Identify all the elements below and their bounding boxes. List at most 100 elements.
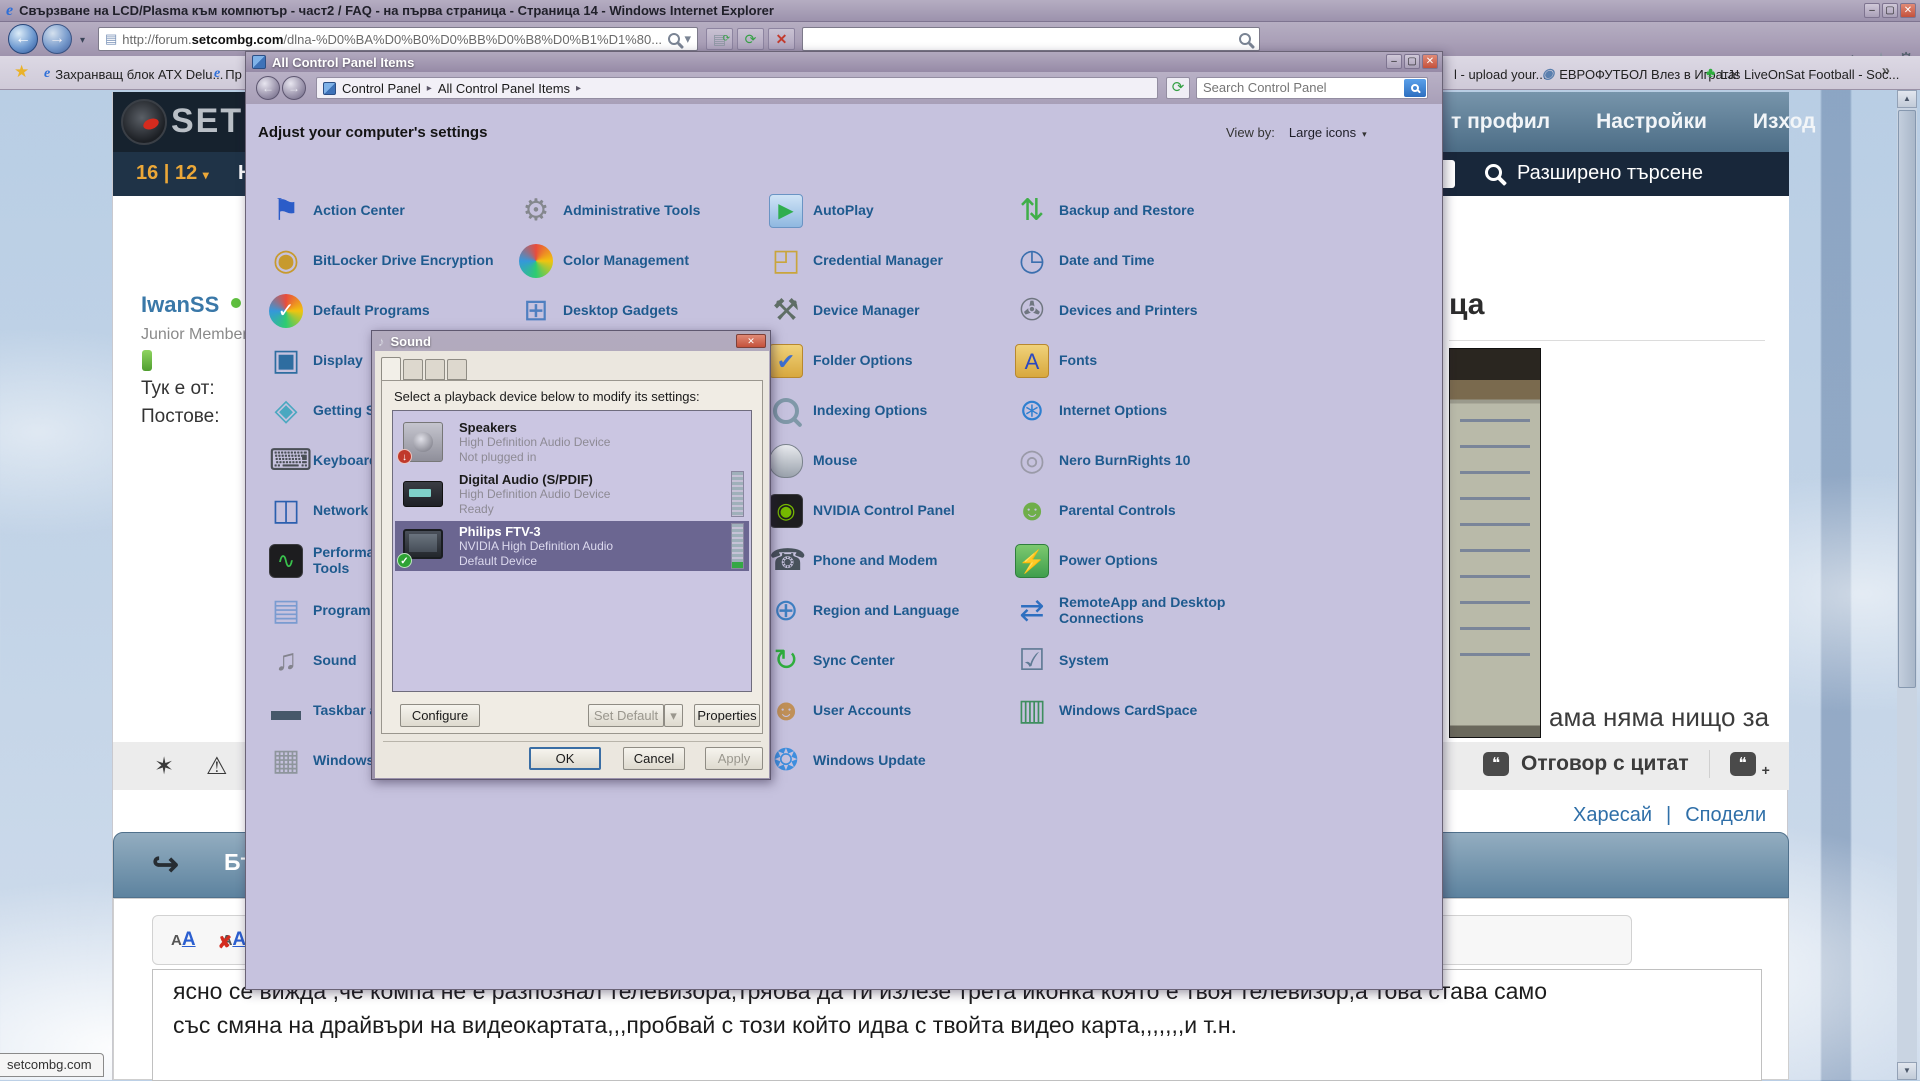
control-panel-item[interactable]: ◉ BitLocker Drive Encryption [269,244,519,288]
browser-scrollbar[interactable]: ▲ ▼ [1897,90,1917,1080]
cancel-button[interactable]: Cancel [623,747,685,770]
scrollbar-thumb[interactable] [1898,110,1916,688]
report-star-icon[interactable]: ✶ [154,752,174,781]
back-button[interactable]: ← [8,24,38,54]
control-panel-item[interactable]: ↻ Sync Center [769,644,1019,688]
favorites-bar-item[interactable]: l - upload your... [1449,64,1547,84]
control-panel-item[interactable]: ⇅ Backup and Restore [1015,194,1265,238]
address-field[interactable]: ▤ http://forum.setcombg.com/dlna-%D0%BA%… [98,27,698,51]
favorites-bar-item[interactable]: ♣ LJs LiveOnSat Football - Soc... [1706,64,1899,84]
cp-breadcrumb[interactable]: Control Panel ▸ All Control Panel Items … [316,77,1158,99]
compatibility-view-button[interactable]: ▤⟳ [706,28,733,50]
set-default-button[interactable]: Set Default [588,704,664,727]
favorites-bar-item[interactable]: e Пр [214,64,242,84]
sound-dialog-close-button[interactable]: ✕ [736,334,766,348]
control-panel-item[interactable]: ▥ Windows CardSpace [1015,694,1265,738]
control-panel-item[interactable]: ◉ NVIDIA Control Panel [769,494,1019,538]
control-panel-item[interactable]: ⊕ Region and Language [769,594,1019,638]
configure-button[interactable]: Configure [400,704,480,727]
phone-modem-icon: ☎ [769,544,803,578]
font-size-icon[interactable]: AA [167,929,200,951]
control-panel-item[interactable]: ⚙ Administrative Tools [519,194,769,238]
sound-dialog-tab[interactable] [447,359,467,380]
stop-button[interactable]: ✕ [768,28,795,50]
control-panel-item[interactable]: Color Management [519,244,769,288]
control-panel-item[interactable]: Indexing Options [769,394,1019,438]
sync-center-icon: ↻ [769,644,803,678]
control-panel-item[interactable]: ☎ Phone and Modem [769,544,1019,588]
control-panel-item[interactable]: ⚒ Device Manager [769,294,1019,338]
add-favorite-star-icon[interactable]: ★ [14,62,29,82]
attached-photo-thumbnail[interactable] [1449,348,1541,738]
sound-dialog-tab[interactable] [403,359,423,380]
nav-logout-link[interactable]: Изход [1753,110,1816,134]
cardspace-icon: ▥ [1015,694,1049,728]
cp-refresh-button[interactable]: ⟳ [1166,77,1190,99]
control-panel-item[interactable]: Mouse [769,444,1019,488]
playback-device-row[interactable]: ↓ Speakers High Definition Audio Device … [395,417,749,467]
like-link[interactable]: Харесай [1573,804,1652,826]
sound-dialog-tab[interactable] [425,359,445,380]
device-manager-icon: ⚒ [769,294,803,328]
playback-device-row[interactable]: Digital Audio (S/PDIF) High Definition A… [395,469,749,519]
cp-search-button[interactable] [1404,79,1426,97]
address-dropdown-icon[interactable]: ▾ [684,31,691,47]
device-status-badge: ✓ [397,553,412,568]
cp-minimize-button[interactable]: ‒ [1386,54,1402,69]
control-panel-item[interactable]: ⊛ Internet Options [1015,394,1265,438]
control-panel-item[interactable]: ✔ Folder Options [769,344,1019,388]
control-panel-item[interactable]: ☻ Parental Controls [1015,494,1265,538]
address-search-icon[interactable] [668,33,680,45]
cp-back-button[interactable]: ← [256,76,280,100]
share-link[interactable]: Сподели [1685,804,1766,826]
favorites-bar-item[interactable]: e Захранващ блок ATX Delu... [44,64,223,84]
cp-forward-button[interactable]: → [282,76,306,100]
control-panel-item[interactable]: ⚡ Power Options [1015,544,1265,588]
cp-close-button[interactable]: ✕ [1422,54,1438,69]
scroll-down-arrow[interactable]: ▼ [1897,1062,1917,1080]
maximize-button[interactable]: ▢ [1882,3,1898,18]
sound-dialog-tab[interactable] [381,357,401,381]
nav-settings-link[interactable]: Настройки [1596,110,1707,134]
breadcrumb-root[interactable]: Control Panel [342,81,421,96]
set-default-dropdown-arrow[interactable]: ▾ [664,704,683,727]
control-panel-item[interactable]: ☑ System [1015,644,1265,688]
control-panel-item[interactable]: ❂ Windows Update [769,744,1019,788]
cp-search-input[interactable]: Search Control Panel [1196,77,1428,99]
breadcrumb-current[interactable]: All Control Panel Items [438,81,570,96]
refresh-button[interactable]: ⟳ [737,28,764,50]
view-by-control[interactable]: View by:Large icons▾ [1226,125,1367,140]
playback-device-row[interactable]: ✓ Philips FTV-3 NVIDIA High Definition A… [395,521,749,571]
reply-with-quote-button[interactable]: Отговор с цитат [1521,752,1689,776]
minimize-button[interactable]: ‒ [1864,3,1880,18]
scroll-up-arrow[interactable]: ▲ [1897,90,1917,108]
control-panel-item[interactable]: ◎ Nero BurnRights 10 [1015,444,1265,488]
history-dropdown-icon[interactable]: ▾ [80,35,85,46]
search-icon[interactable] [1239,33,1251,45]
control-panel-item[interactable]: ✇ Devices and Printers [1015,294,1265,338]
advanced-search-link[interactable]: Разширено търсене [1517,162,1703,185]
ok-button[interactable]: OK [529,747,601,770]
ie-search-box[interactable] [802,27,1260,51]
control-panel-item[interactable]: ▶ AutoPlay [769,194,1019,238]
close-button[interactable]: ✕ [1900,3,1916,18]
post-counter[interactable]: 16 | 12 ▾ [136,162,209,185]
control-panel-item[interactable]: ☻ User Accounts [769,694,1019,738]
apply-button[interactable]: Apply [705,747,763,770]
properties-button[interactable]: Properties [694,704,760,727]
view-by-value[interactable]: Large icons [1289,125,1356,140]
control-panel-item[interactable]: ◷ Date and Time [1015,244,1265,288]
control-panel-item[interactable]: ◰ Credential Manager [769,244,1019,288]
control-panel-item[interactable]: A Fonts [1015,344,1265,388]
post-author[interactable]: IwanSS [141,292,219,318]
forward-button[interactable]: → [42,24,72,54]
quote-bubble-icon[interactable]: ❝ [1483,752,1509,776]
multiquote-icon[interactable]: ❝ [1730,752,1756,776]
cp-maximize-button[interactable]: ▢ [1404,54,1420,69]
control-panel-item[interactable]: ⇄ RemoteApp and Desktop Connections [1015,594,1265,638]
control-panel-item[interactable]: ⚑ Action Center [269,194,519,238]
search-icon[interactable] [1485,164,1502,181]
warning-icon[interactable]: ⚠ [206,752,228,781]
sound-dialog-title-bar: ♪ Sound [372,331,770,351]
nav-profile-link[interactable]: т профил [1451,110,1550,134]
